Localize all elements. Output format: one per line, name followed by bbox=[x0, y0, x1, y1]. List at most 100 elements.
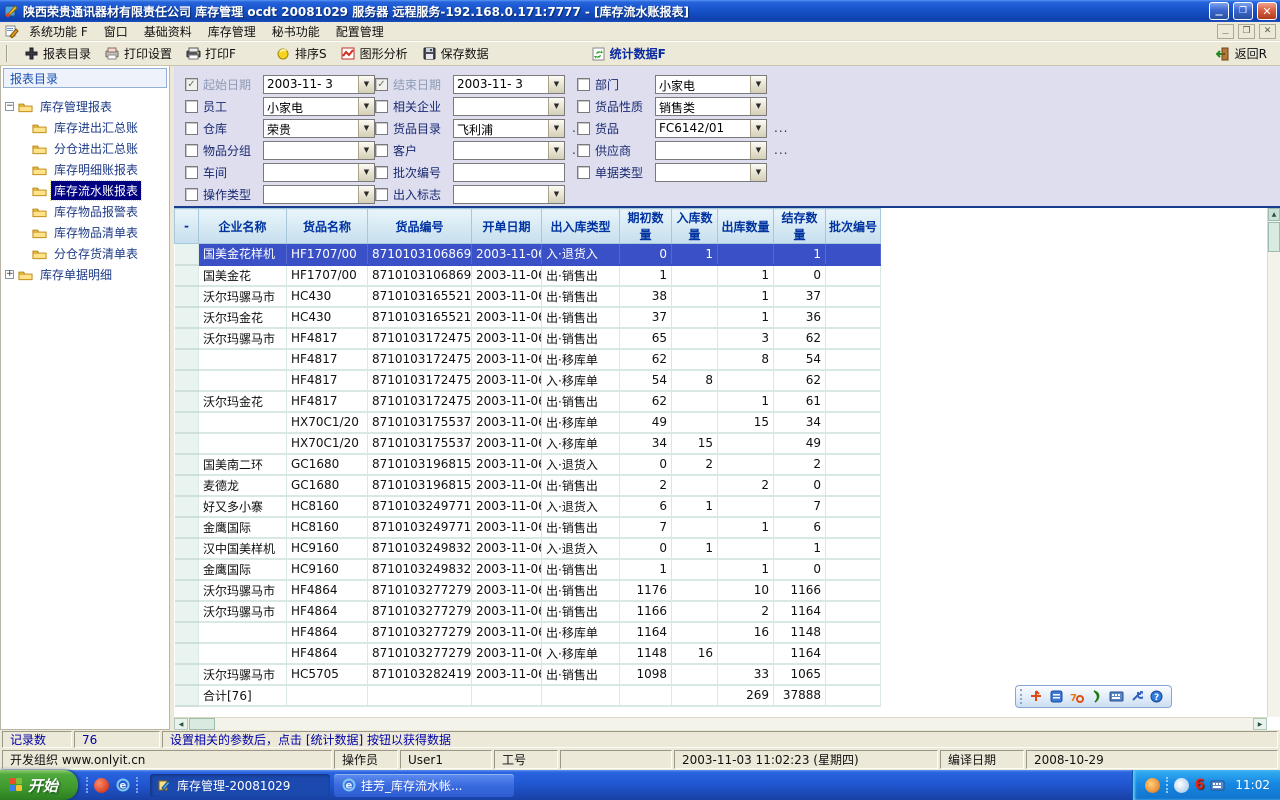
filter-combo[interactable]: ▼ bbox=[453, 185, 565, 204]
filter-combo[interactable]: FC6142/01▼ bbox=[655, 119, 767, 138]
column-header[interactable]: 出入库类型 bbox=[542, 209, 620, 244]
tree-leaf-0-5[interactable]: 库存物品清单表 bbox=[19, 222, 167, 243]
table-row[interactable]: HF481787101031724752003-11-06出·移库单62854 bbox=[175, 349, 881, 370]
table-row[interactable]: HF486487101032772792003-11-06出·移库单116416… bbox=[175, 622, 881, 643]
chevron-down-icon[interactable]: ▼ bbox=[358, 186, 374, 203]
table-row[interactable]: HF481787101031724752003-11-06入·移库单54862 bbox=[175, 370, 881, 391]
filter-combo[interactable]: ▼ bbox=[263, 185, 375, 204]
filter-checkbox[interactable]: ✓ bbox=[185, 78, 198, 91]
row-header-cell[interactable] bbox=[175, 412, 199, 433]
filter-checkbox[interactable] bbox=[577, 166, 590, 179]
chevron-down-icon[interactable]: ▼ bbox=[358, 76, 374, 93]
ime-grip[interactable] bbox=[1020, 689, 1023, 704]
filter-combo[interactable]: ▼ bbox=[453, 97, 565, 116]
start-button[interactable]: 开始 bbox=[0, 770, 78, 800]
vertical-scroll-thumb[interactable] bbox=[1268, 222, 1280, 252]
taskbar-task-1[interactable]: e挂芳_库存流水帐... bbox=[334, 774, 514, 797]
scroll-right-icon[interactable]: ▶ bbox=[1253, 718, 1267, 730]
tray-firefox-icon[interactable] bbox=[1145, 778, 1160, 793]
filter-text-input[interactable] bbox=[453, 163, 565, 182]
table-row[interactable]: 金鹰国际HC916087101032498322003-11-06出·销售出11… bbox=[175, 559, 881, 580]
toolbar-button-2[interactable]: 打印F bbox=[179, 43, 243, 64]
table-row[interactable]: 沃尔玛金花HC43087101031655212003-11-06出·销售出37… bbox=[175, 307, 881, 328]
filter-checkbox[interactable] bbox=[375, 144, 388, 157]
column-header[interactable]: 期初数量 bbox=[620, 209, 672, 244]
tree-expander-icon[interactable]: − bbox=[5, 102, 14, 111]
table-row[interactable]: 好又多小寨HC816087101032497712003-11-06入·退货入6… bbox=[175, 496, 881, 517]
chevron-down-icon[interactable]: ▼ bbox=[750, 98, 766, 115]
column-header[interactable]: 出库数量 bbox=[718, 209, 774, 244]
toolbar-button-1[interactable]: 打印设置 bbox=[98, 43, 179, 64]
scroll-up-icon[interactable]: ▲ bbox=[1268, 208, 1280, 221]
toolbar-button-3[interactable]: 排序S bbox=[269, 43, 334, 64]
filter-checkbox[interactable] bbox=[375, 122, 388, 135]
toolbar-button-0[interactable]: 报表目录 bbox=[17, 43, 98, 64]
column-header[interactable]: 开单日期 bbox=[472, 209, 542, 244]
filter-checkbox[interactable] bbox=[185, 122, 198, 135]
chevron-down-icon[interactable]: ▼ bbox=[358, 120, 374, 137]
tree-leaf-0-0[interactable]: 库存进出汇总账 bbox=[19, 117, 167, 138]
row-header-cell[interactable] bbox=[175, 349, 199, 370]
menu-item-1[interactable]: 窗口 bbox=[96, 22, 136, 41]
table-row[interactable]: HX70C1/2087101031755372003-11-06入·移库单341… bbox=[175, 433, 881, 454]
row-header-cell[interactable] bbox=[175, 391, 199, 412]
column-header[interactable]: 货品名称 bbox=[287, 209, 368, 244]
column-header[interactable]: 货品编号 bbox=[368, 209, 472, 244]
table-row[interactable]: 金鹰国际HC816087101032497712003-11-06出·销售出71… bbox=[175, 517, 881, 538]
quicklaunch-media-icon[interactable] bbox=[94, 778, 109, 793]
table-row[interactable]: 国美南二环GC168087101031968152003-11-06入·退货入0… bbox=[175, 454, 881, 475]
filter-combo[interactable]: ▼ bbox=[655, 141, 767, 160]
column-header[interactable]: 批次编号 bbox=[826, 209, 881, 244]
minimize-button[interactable] bbox=[1209, 2, 1229, 20]
tree-leaf-0-2[interactable]: 库存明细账报表 bbox=[19, 159, 167, 180]
menu-item-4[interactable]: 秘书功能 bbox=[264, 22, 328, 41]
chevron-down-icon[interactable]: ▼ bbox=[548, 76, 564, 93]
row-header-cell[interactable] bbox=[175, 559, 199, 580]
column-header[interactable]: - bbox=[175, 209, 199, 244]
row-header-cell[interactable] bbox=[175, 601, 199, 622]
tree-leaf-0-6[interactable]: 分仓存货清单表 bbox=[19, 243, 167, 264]
tray-language-icon[interactable] bbox=[1174, 778, 1189, 793]
table-row[interactable]: 沃尔玛骡马市HF486487101032772792003-11-06出·销售出… bbox=[175, 580, 881, 601]
back-button[interactable]: 返回R bbox=[1209, 43, 1274, 64]
menu-item-0[interactable]: 系统功能 F bbox=[21, 22, 96, 41]
tree-leaf-0-3[interactable]: 库存流水账报表 bbox=[19, 180, 167, 201]
more-button[interactable]: ... bbox=[774, 143, 788, 157]
table-row[interactable]: 沃尔玛骡马市HC570587101032824192003-11-06出·销售出… bbox=[175, 664, 881, 685]
filter-checkbox[interactable] bbox=[185, 100, 198, 113]
chevron-down-icon[interactable]: ▼ bbox=[548, 98, 564, 115]
menu-item-3[interactable]: 库存管理 bbox=[200, 22, 264, 41]
chevron-down-icon[interactable]: ▼ bbox=[548, 120, 564, 137]
filter-combo[interactable]: 2003-11- 3▼ bbox=[263, 75, 375, 94]
table-row[interactable]: HF486487101032772792003-11-06入·移库单114816… bbox=[175, 643, 881, 664]
row-header-cell[interactable] bbox=[175, 286, 199, 307]
filter-checkbox[interactable] bbox=[577, 78, 590, 91]
filter-checkbox[interactable] bbox=[577, 122, 590, 135]
filter-combo[interactable]: ▼ bbox=[453, 141, 565, 160]
chevron-down-icon[interactable]: ▼ bbox=[548, 142, 564, 159]
filter-checkbox[interactable] bbox=[185, 166, 198, 179]
row-header-cell[interactable] bbox=[175, 265, 199, 286]
filter-combo[interactable]: ▼ bbox=[263, 141, 375, 160]
table-row[interactable]: 沃尔玛骡马市HF486487101032772792003-11-06出·销售出… bbox=[175, 601, 881, 622]
table-row[interactable]: 国美金花HF1707/0087101031068692003-11-06出·销售… bbox=[175, 265, 881, 286]
filter-combo[interactable]: 销售类▼ bbox=[655, 97, 767, 116]
filter-combo[interactable]: 飞利浦▼ bbox=[453, 119, 565, 138]
table-row[interactable]: 沃尔玛骡马市HC43087101031655212003-11-06出·销售出3… bbox=[175, 286, 881, 307]
mdi-close-button[interactable] bbox=[1259, 24, 1276, 39]
row-header-cell[interactable] bbox=[175, 433, 199, 454]
ime-language-bar[interactable]: 7? bbox=[1015, 685, 1172, 708]
row-header-cell[interactable] bbox=[175, 664, 199, 685]
chevron-down-icon[interactable]: ▼ bbox=[750, 120, 766, 137]
filter-combo[interactable]: 小家电▼ bbox=[655, 75, 767, 94]
tree-leaf-0-1[interactable]: 分仓进出汇总账 bbox=[19, 138, 167, 159]
filter-combo[interactable]: ▼ bbox=[655, 163, 767, 182]
row-header-cell[interactable] bbox=[175, 370, 199, 391]
vertical-scrollbar[interactable]: ▲ bbox=[1267, 208, 1280, 717]
table-row[interactable]: HX70C1/2087101031755372003-11-06出·移库单491… bbox=[175, 412, 881, 433]
table-row[interactable]: 汉中国美样机HC916087101032498322003-11-06入·退货入… bbox=[175, 538, 881, 559]
chevron-down-icon[interactable]: ▼ bbox=[358, 164, 374, 181]
tray-qq-icon[interactable]: 6 bbox=[1195, 777, 1205, 793]
toolbar-grip[interactable] bbox=[6, 45, 9, 62]
toolbar-button-5[interactable]: 保存数据 bbox=[415, 43, 496, 64]
